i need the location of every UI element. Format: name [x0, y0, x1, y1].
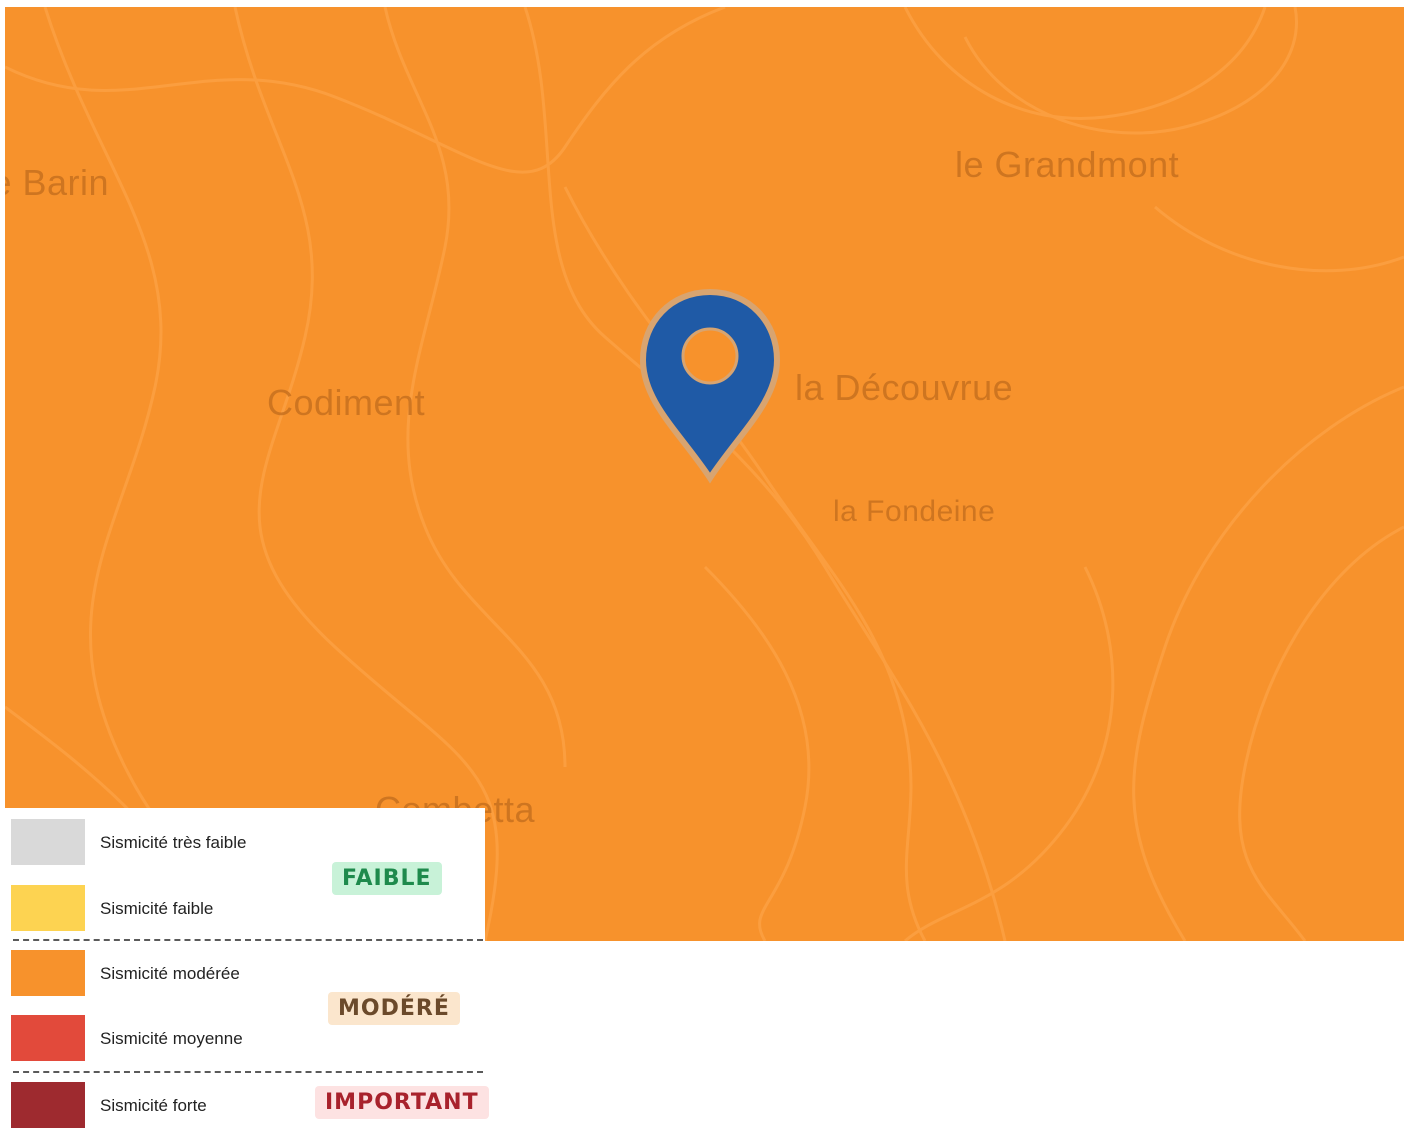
category-badge-modere: MODÉRÉ — [328, 992, 460, 1025]
legend-label: Sismicité moyenne — [100, 1029, 243, 1048]
location-pin-icon[interactable] — [635, 286, 785, 486]
legend-divider — [13, 939, 483, 941]
color-swatch — [11, 819, 85, 865]
place-label: la Découvrue — [795, 367, 1014, 408]
seismic-map[interactable]: le Barin le Grandmont Codiment la Découv… — [5, 7, 1404, 941]
place-label: Codiment — [267, 382, 426, 423]
color-swatch — [11, 1082, 85, 1128]
legend-label: Sismicité faible — [100, 899, 214, 918]
color-swatch — [11, 885, 85, 931]
category-badge-important: IMPORTANT — [315, 1086, 489, 1119]
legend-label: Sismicité modérée — [100, 964, 240, 983]
legend-label: Sismicité forte — [100, 1096, 207, 1115]
legend-divider — [13, 1071, 483, 1073]
seismicity-legend: Sismicité très faible Sismicité faible S… — [5, 808, 489, 1128]
legend-label: Sismicité très faible — [100, 833, 247, 852]
color-swatch — [11, 950, 85, 996]
place-label: le Barin — [5, 162, 110, 203]
place-label: le Grandmont — [955, 144, 1180, 185]
category-badge-faible: FAIBLE — [332, 862, 442, 895]
place-label: la Fondeine — [833, 495, 996, 528]
color-swatch — [11, 1015, 85, 1061]
